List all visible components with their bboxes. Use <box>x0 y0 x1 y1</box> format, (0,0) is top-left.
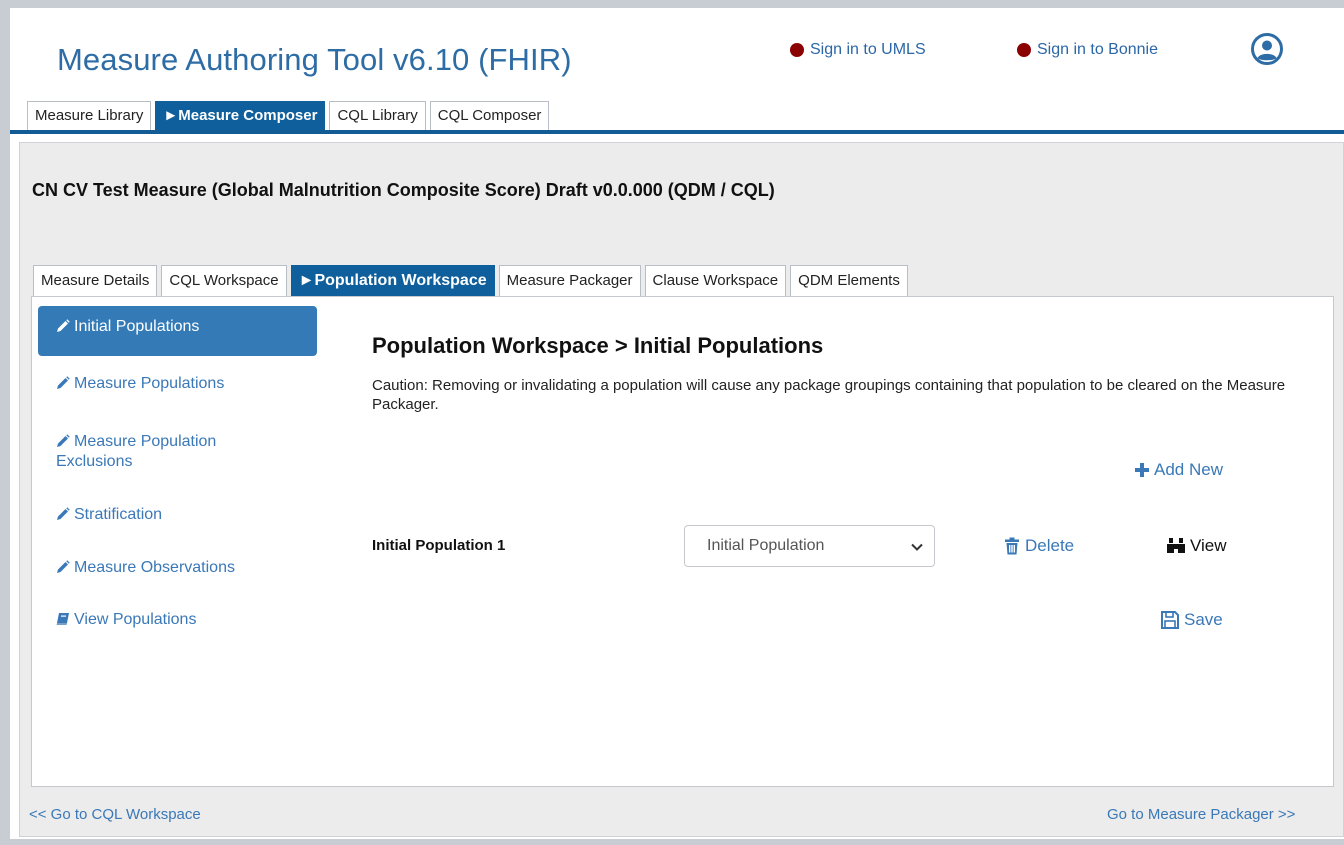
tab-clause-workspace[interactable]: Clause Workspace <box>644 265 787 296</box>
pencil-icon <box>57 560 70 573</box>
tab-population-workspace[interactable]: ►Population Workspace <box>290 265 495 296</box>
measure-title: CN CV Test Measure (Global Malnutrition … <box>32 180 775 200</box>
pencil-icon <box>57 376 70 389</box>
user-profile-icon[interactable] <box>1251 33 1283 65</box>
workspace-inner-panel <box>31 296 1334 787</box>
view-button[interactable]: View <box>1166 536 1227 556</box>
chevron-down-icon <box>911 543 923 551</box>
sign-in-bonnie-label: Sign in to Bonnie <box>1037 41 1158 58</box>
sidebar-item-label: Measure Observations <box>74 559 235 576</box>
tab-measure-composer[interactable]: ►Measure Composer <box>155 101 326 130</box>
caution-message: Caution: Removing or invalidating a popu… <box>372 377 1286 413</box>
sidebar-item-view-populations[interactable]: View Populations <box>38 610 317 630</box>
save-label: Save <box>1184 610 1223 629</box>
window-frame-left <box>0 0 10 845</box>
go-to-cql-workspace-link[interactable]: << Go to CQL Workspace <box>29 806 201 823</box>
population-label: Initial Population 1 <box>372 537 506 554</box>
window-frame-top <box>0 0 1344 8</box>
sign-in-umls-label: Sign in to UMLS <box>810 41 926 58</box>
tab-measure-library[interactable]: Measure Library <box>27 101 152 130</box>
delete-label: Delete <box>1025 536 1075 555</box>
tab-measure-packager[interactable]: Measure Packager <box>498 265 641 296</box>
tab-cql-composer[interactable]: CQL Composer <box>429 101 550 130</box>
sidebar-item-label: View Populations <box>74 611 197 628</box>
main-tab-underline <box>10 130 1344 134</box>
pencil-icon <box>57 434 70 447</box>
tab-qdm-elements[interactable]: QDM Elements <box>790 265 908 296</box>
status-dot-icon <box>1017 43 1031 57</box>
sidebar-item-label: Measure Population Exclusions <box>56 433 217 470</box>
population-type-select[interactable]: Initial Population <box>684 525 935 567</box>
population-type-value: Initial Population <box>707 537 825 554</box>
add-new-label: Add New <box>1154 460 1223 479</box>
delete-button[interactable]: Delete <box>1003 536 1074 556</box>
binoculars-icon <box>1167 538 1185 553</box>
app-title: Measure Authoring Tool v6.10 (FHIR) <box>57 42 572 77</box>
sidebar-item-measure-population-exclusions[interactable]: Measure Population Exclusions <box>38 432 278 472</box>
sidebar-item-label: Measure Populations <box>74 375 225 392</box>
sidebar-item-measure-populations[interactable]: Measure Populations <box>38 374 317 394</box>
sidebar-item-measure-observations[interactable]: Measure Observations <box>38 558 317 578</box>
trash-icon <box>1005 537 1019 555</box>
status-dot-icon <box>790 43 804 57</box>
tab-cql-workspace[interactable]: CQL Workspace <box>161 265 287 296</box>
plus-icon <box>1135 463 1149 477</box>
sidebar-item-stratification[interactable]: Stratification <box>38 505 317 525</box>
pencil-icon <box>57 507 70 520</box>
sidebar-item-initial-populations[interactable]: Initial Populations <box>38 306 317 356</box>
window-frame-bottom <box>0 839 1344 845</box>
go-to-measure-packager-link[interactable]: Go to Measure Packager >> <box>1107 806 1295 823</box>
save-button[interactable]: Save <box>1160 610 1223 630</box>
save-icon <box>1161 611 1179 629</box>
book-icon <box>56 613 69 625</box>
sub-tab-bar: Measure Details CQL Workspace ►Populatio… <box>33 265 908 296</box>
pencil-icon <box>57 319 70 332</box>
tab-cql-library[interactable]: CQL Library <box>329 101 426 130</box>
sidebar-item-label: Initial Populations <box>74 318 200 335</box>
sign-in-umls-link[interactable]: Sign in to UMLS <box>790 41 926 59</box>
page-heading: Population Workspace > Initial Populatio… <box>372 333 824 358</box>
sidebar-item-label: Stratification <box>74 506 163 523</box>
view-label: View <box>1190 536 1227 555</box>
tab-measure-details[interactable]: Measure Details <box>33 265 158 296</box>
main-tab-bar: Measure Library ►Measure Composer CQL Li… <box>27 101 550 130</box>
add-new-button[interactable]: Add New <box>1134 460 1223 480</box>
sign-in-bonnie-link[interactable]: Sign in to Bonnie <box>1017 41 1158 59</box>
